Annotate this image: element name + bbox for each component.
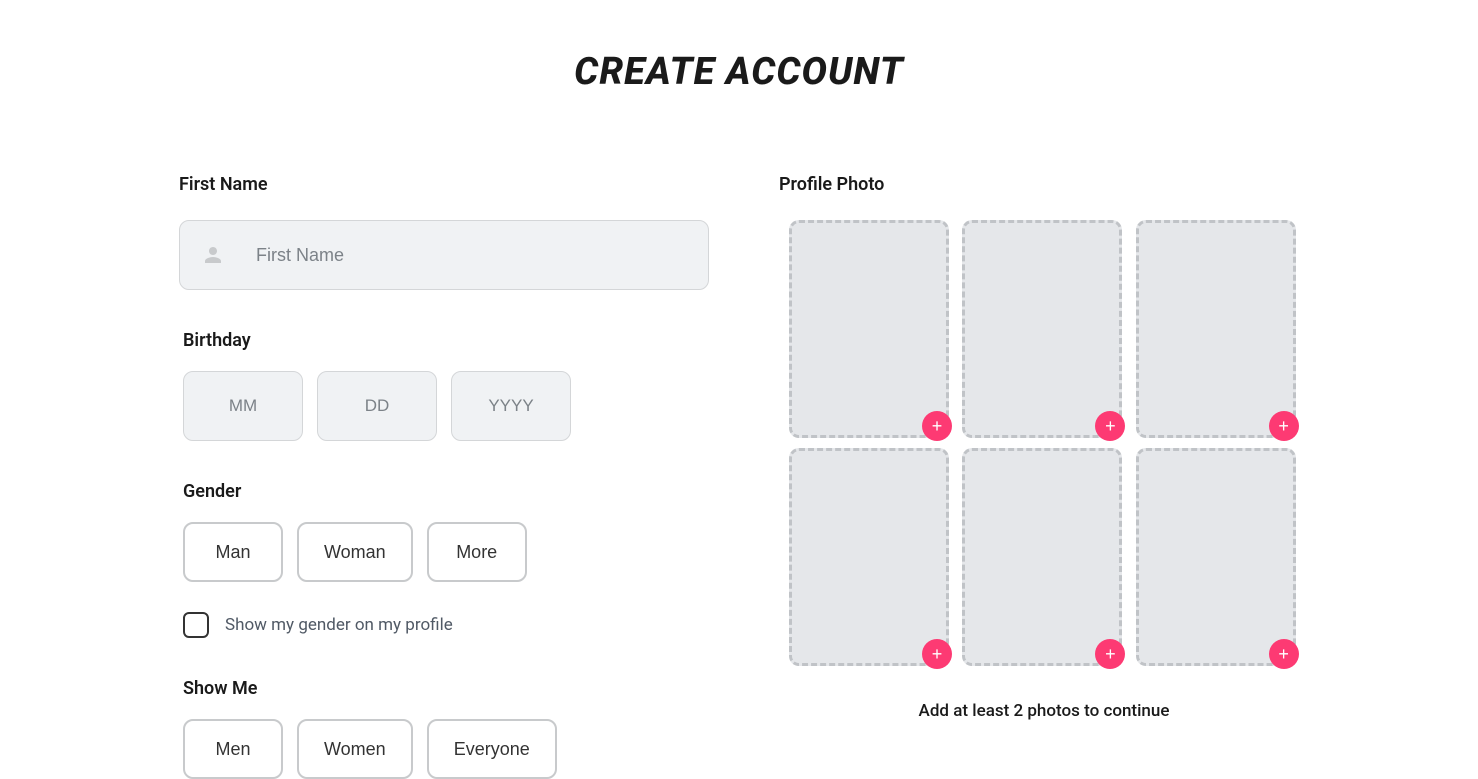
person-icon (201, 243, 225, 267)
plus-icon: + (1278, 645, 1289, 663)
add-photo-button-5[interactable]: + (1095, 639, 1125, 669)
show-gender-label: Show my gender on my profile (225, 615, 453, 635)
photo-hint: Add at least 2 photos to continue (789, 701, 1299, 721)
show-gender-checkbox[interactable] (183, 612, 209, 638)
add-photo-button-2[interactable]: + (1095, 411, 1125, 441)
add-photo-button-1[interactable]: + (922, 411, 952, 441)
plus-icon: + (1278, 417, 1289, 435)
gender-man-button[interactable]: Man (183, 522, 283, 582)
photo-slot-3[interactable]: + (1136, 220, 1296, 438)
first-name-input[interactable] (179, 220, 709, 290)
gender-more-button[interactable]: More (427, 522, 527, 582)
add-photo-button-4[interactable]: + (922, 639, 952, 669)
add-photo-button-3[interactable]: + (1269, 411, 1299, 441)
profile-photo-label: Profile Photo (779, 174, 1299, 195)
photo-slot-4[interactable]: + (789, 448, 949, 666)
show-me-men-button[interactable]: Men (183, 719, 283, 779)
birthday-year-input[interactable] (451, 371, 571, 441)
birthday-label: Birthday (183, 330, 709, 351)
show-me-everyone-button[interactable]: Everyone (427, 719, 557, 779)
gender-label: Gender (183, 481, 709, 502)
plus-icon: + (932, 645, 943, 663)
add-photo-button-6[interactable]: + (1269, 639, 1299, 669)
plus-icon: + (1105, 417, 1116, 435)
photo-slot-5[interactable]: + (962, 448, 1122, 666)
gender-woman-button[interactable]: Woman (297, 522, 413, 582)
page-title: CREATE ACCOUNT (0, 50, 1478, 94)
plus-icon: + (932, 417, 943, 435)
first-name-label: First Name (179, 174, 709, 195)
birthday-day-input[interactable] (317, 371, 437, 441)
birthday-month-input[interactable] (183, 371, 303, 441)
photo-slot-6[interactable]: + (1136, 448, 1296, 666)
plus-icon: + (1105, 645, 1116, 663)
photo-slot-2[interactable]: + (962, 220, 1122, 438)
show-me-label: Show Me (183, 678, 709, 699)
show-me-women-button[interactable]: Women (297, 719, 413, 779)
photo-slot-1[interactable]: + (789, 220, 949, 438)
